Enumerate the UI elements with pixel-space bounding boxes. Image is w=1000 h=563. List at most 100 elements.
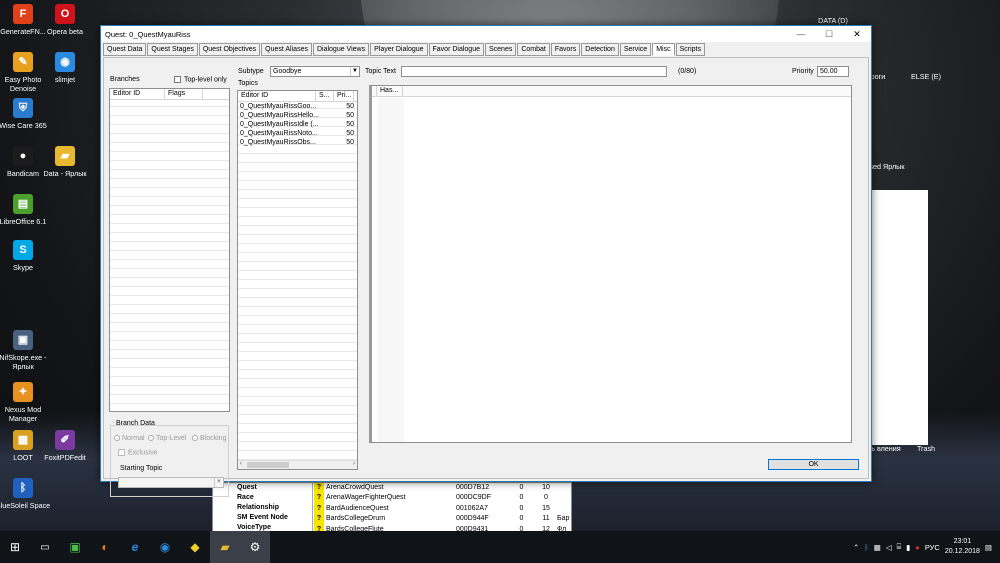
tree-node[interactable]: Relationship [213,503,312,513]
branch-col-flags[interactable]: Flags [165,89,203,99]
desktop-shortcut[interactable]: ◉ slimjet [37,52,93,84]
task-view-icon[interactable]: ▭ [30,531,60,563]
topic-row[interactable]: 0_QuestMyauRissIdle (... 50 [238,120,357,129]
tab-detection[interactable]: Detection [581,43,619,56]
desktop-shortcut[interactable]: ᛒ BlueSoleil Space [0,478,51,510]
radio-top-level[interactable]: Top-Level [148,435,186,442]
tab-quest-stages[interactable]: Quest Stages [147,43,198,56]
network-icon[interactable]: ▦ [874,543,881,552]
topic-text-input[interactable] [401,66,667,77]
topic-col-editor-id[interactable]: Editor ID [238,91,316,101]
table-row[interactable]: ? BardsCollegeDrum 000D944F 0 11 Бар [314,514,571,525]
slimjet-icon[interactable]: ◉ [150,531,180,563]
windows-start-icon[interactable]: ⊞ [0,531,30,563]
desktop-shortcut[interactable]: ▤ LibreOffice 6.1 [0,194,51,226]
info-col-has[interactable]: Has... [377,86,403,96]
cell-name: BardsCollegeDrum [326,515,386,523]
info-list[interactable]: Has... [369,85,852,443]
desktop-shortcut[interactable]: S Skype [0,240,51,272]
cell-a: 0 [519,484,524,491]
branch-col-editor-id[interactable]: Editor ID [110,89,165,99]
topics-horizontal-scrollbar[interactable]: ‹ › [238,460,357,469]
desktop-shortcut[interactable]: ✦ Nexus Mod Manager [0,382,51,423]
table-row[interactable]: ? BardAudienceQuest 001062A7 0 15 [314,503,571,515]
desktop-shortcut[interactable]: Trash [898,444,954,453]
creation-kit-icon[interactable]: ⚙ [240,531,270,563]
antivirus-icon[interactable]: ● [915,543,920,552]
tab-quest-data[interactable]: Quest Data [103,43,147,56]
tab-scripts[interactable]: Scripts [675,43,705,56]
tab-combat[interactable]: Combat [517,43,550,56]
title-bar[interactable]: Quest: 0_QuestMyauRiss — ☐ ✕ [101,26,871,42]
volume-icon[interactable]: ◁ [886,543,892,552]
desktop-shortcut[interactable]: ⛨ Wise Care 365 [0,98,51,130]
folder-icon: ▰ [55,146,75,166]
action-icon[interactable]: ⌸ [897,542,902,552]
tab-favor-dialogue[interactable]: Favor Dialogue [428,43,484,56]
quest-window: Quest: 0_QuestMyauRiss — ☐ ✕ Quest Data Q… [100,25,872,497]
tree-node[interactable]: SM Event Node [213,513,312,523]
topic-col-priority[interactable]: Pri... [334,91,354,101]
topics-list[interactable]: Editor ID S... Pri... 0_QuestMyauRissGoo… [237,90,358,470]
tab-quest-objectives[interactable]: Quest Objectives [198,43,261,56]
desktop-shortcut-label: Skype [13,263,33,272]
exclusive-checkbox[interactable]: Exclusive [118,449,158,456]
tab-favors[interactable]: Favors [550,43,581,56]
language-indicator[interactable]: РУС [925,543,940,552]
ok-button[interactable]: OK [768,459,859,470]
desktop-shortcut-label: slimjet [54,75,76,84]
batman-icon[interactable]: ◆ [180,531,210,563]
topic-row[interactable]: 0_QuestMyauRissHello... 50 [238,111,357,120]
topic-row[interactable]: 0_QuestMyauRissNoto... 50 [238,129,357,138]
cell-b: 15 [542,504,550,512]
clock[interactable]: 23:01 20.12.2018 [945,537,980,557]
tab-player-dialogue[interactable]: Player Dialogue [370,43,428,56]
radio-icon [114,435,120,442]
clock-date: 20.12.2018 [944,548,980,555]
radio-icon [192,435,198,442]
topic-col-s[interactable]: S... [316,91,334,101]
topic-row[interactable]: 0_QuestMyauRissObs... 50 [238,138,357,147]
tray-arrow-icon[interactable]: ⌃ [853,543,859,552]
desktop-shortcut[interactable]: ✐ FoxitPDFedit [37,430,93,462]
chevron-down-icon: ▼ [350,67,359,76]
desktop-shortcut[interactable]: O Opera beta [37,4,93,36]
branches-list[interactable]: Editor ID Flags [109,88,230,412]
desktop-shortcut[interactable]: DATA (D) [805,16,861,25]
minimize-button[interactable]: — [787,26,815,42]
scroll-right-icon[interactable]: › [353,461,355,467]
tab-service[interactable]: Service [619,43,652,56]
top-level-only-checkbox[interactable]: Top-level only [174,76,227,83]
desktop-shortcut-label: Wise Care 365 [0,121,47,130]
scroll-left-icon[interactable]: ‹ [240,461,242,467]
tab-misc[interactable]: Misc [652,43,675,56]
internet-explorer-icon[interactable]: e [120,531,150,563]
maximize-button[interactable]: ☐ [815,26,843,42]
desktop-shortcut[interactable]: ▰ Data - Ярлык [37,146,93,178]
close-button[interactable]: ✕ [843,26,871,42]
subtype-select[interactable]: Goodbye ▼ [270,66,360,77]
table-row[interactable]: ? ArenaCrowdQuest 000D7B12 0 10 [314,483,571,494]
radio-normal[interactable]: Normal [114,435,145,442]
scroll-thumb[interactable] [247,462,289,468]
notifications-icon[interactable]: ▤ [985,543,992,552]
battery-icon[interactable]: ▮ [906,543,910,552]
priority-input[interactable]: 50.00 [817,66,849,77]
table-row[interactable]: ? ArenaWagerFighterQuest 000DC9DF 0 0 [314,493,571,504]
cell-name: ArenaCrowdQuest [326,484,384,491]
tab-scenes[interactable]: Scenes [484,43,517,56]
app-green-icon[interactable]: ▣ [60,531,90,563]
bluetooth-icon[interactable]: ᛒ [864,543,869,552]
tab-dialogue-views[interactable]: Dialogue Views [312,43,370,56]
folder-icon[interactable]: ▰ [210,531,240,563]
photo-icon: ✎ [13,52,33,72]
starting-topic-select[interactable]: ▼ [118,477,224,488]
chevron-down-icon: ▼ [214,478,223,487]
exclusive-label: Exclusive [128,449,158,457]
desktop-shortcut[interactable]: ▣ NifSkope.exe - Ярлык [0,330,51,371]
firefox-icon[interactable]: ◐ [90,531,120,563]
desktop-shortcut[interactable]: ELSE (E) [898,72,954,81]
tab-quest-aliases[interactable]: Quest Aliases [261,43,312,56]
radio-blocking[interactable]: Blocking [192,435,226,442]
topic-row[interactable]: 0_QuestMyauRissGoo... 50 [238,102,357,111]
